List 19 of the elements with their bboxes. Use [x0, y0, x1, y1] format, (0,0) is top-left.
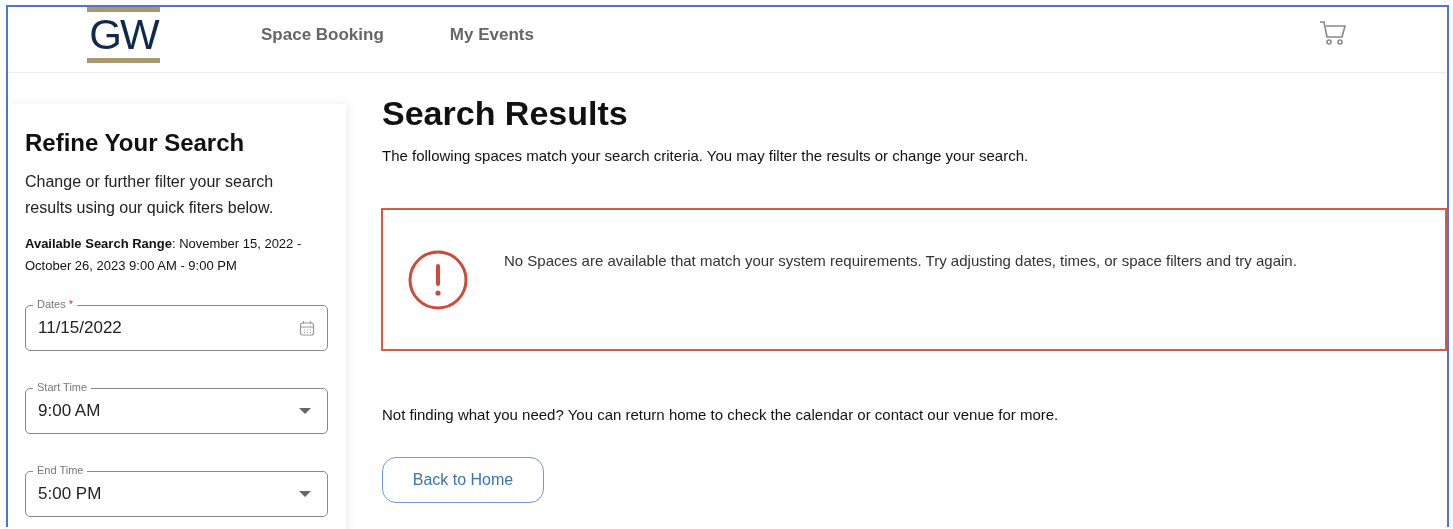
help-text: Not finding what you need? You can return home to check the calendar or contact our venue for more.	[382, 406, 1060, 423]
dropdown-caret-icon	[299, 408, 311, 414]
alert-message: No Spaces are available that match your system requirements. Try adjusting dates, times, or space filters and try again.	[504, 252, 1297, 269]
nav-link[interactable]: My Events	[449, 24, 534, 45]
search-range-text: Available Search Range: November 15, 2022 - October 26, 2023 9:00 AM - 9:00 PM	[25, 235, 303, 275]
nav-link[interactable]: Space Booking	[261, 24, 384, 45]
page-subtitle: The following spaces match your search criteria. You may filter the results or change your search.	[382, 147, 1030, 164]
field-label: Start Time	[33, 381, 92, 394]
page-title: Search Results	[382, 93, 629, 133]
cart-icon[interactable]	[1319, 19, 1347, 46]
sidebar-description: Change or further filter your search results using our quick fiters below.	[25, 172, 275, 218]
back-home-button[interactable]: Back to Home	[382, 457, 544, 503]
field-label: Dates *	[33, 298, 78, 311]
logo[interactable]: GW	[87, 6, 160, 63]
dropdown-caret-icon	[299, 491, 311, 497]
warning-icon	[408, 249, 468, 310]
calendar-icon	[299, 319, 315, 337]
sidebar-title: Refine Your Search	[25, 129, 246, 157]
field-label: End Time	[33, 464, 88, 477]
